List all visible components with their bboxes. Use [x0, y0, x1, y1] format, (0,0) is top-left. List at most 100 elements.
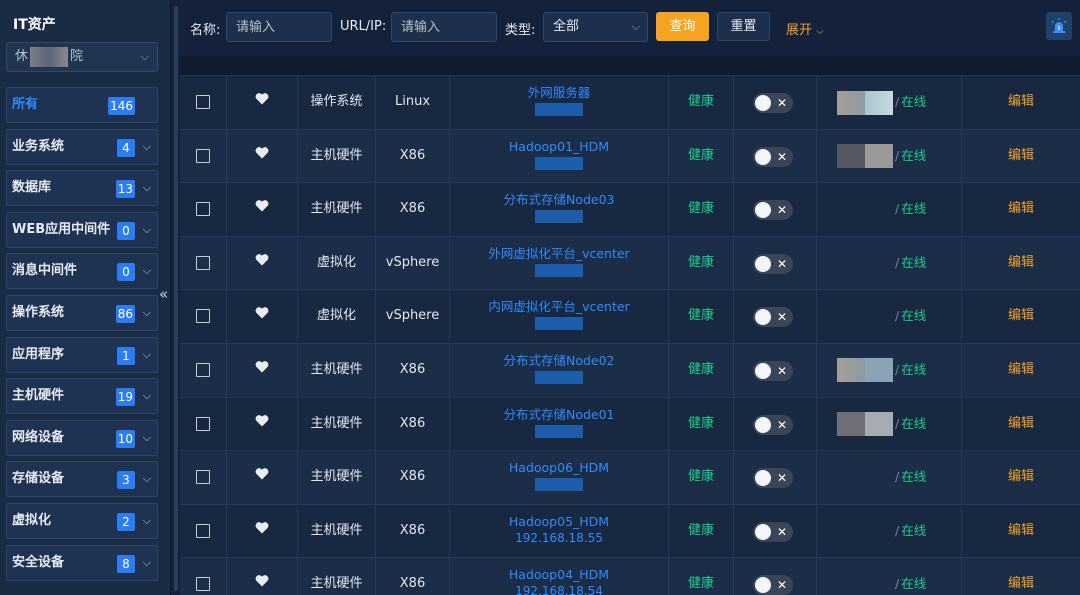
- asset-ip: 192.168.18.55: [515, 530, 603, 545]
- edit-button[interactable]: 编辑: [962, 344, 1080, 397]
- edit-button[interactable]: 编辑: [962, 505, 1080, 558]
- monitor-toggle[interactable]: ✕: [753, 253, 793, 274]
- row-checkbox[interactable]: [196, 577, 210, 592]
- edit-button[interactable]: 编辑: [962, 76, 1080, 129]
- edit-button[interactable]: 编辑: [962, 398, 1080, 451]
- reset-button[interactable]: 重置: [717, 12, 770, 41]
- sidebar-category-item[interactable]: 业务系统 4 ⌵: [6, 128, 158, 165]
- edit-button[interactable]: 编辑: [962, 130, 1080, 183]
- expand-filters-button[interactable]: 展开 ⌵: [786, 19, 824, 38]
- alarm-button[interactable]: [1046, 12, 1072, 40]
- chevron-down-icon[interactable]: ⌵: [143, 546, 151, 580]
- monitor-toggle[interactable]: ✕: [753, 146, 793, 167]
- asset-name-link[interactable]: 外网服务器: [450, 76, 668, 101]
- chevron-down-icon[interactable]: ⌵: [143, 379, 151, 413]
- chevron-down-icon[interactable]: ⌵: [143, 338, 151, 372]
- monitor-toggle[interactable]: ✕: [753, 307, 793, 328]
- heart-icon[interactable]: [255, 146, 269, 163]
- row-checkbox[interactable]: [196, 416, 210, 431]
- edit-button[interactable]: 编辑: [962, 558, 1080, 595]
- monitor-toggle[interactable]: ✕: [753, 360, 793, 381]
- monitor-toggle[interactable]: ✕: [753, 521, 793, 542]
- sidebar-category-item[interactable]: 消息中间件 0 ⌵: [6, 253, 158, 290]
- heart-icon[interactable]: [255, 521, 269, 538]
- table-row[interactable]: 主机硬件 X86 Hadoop05_HDM 192.168.18.55 健康 ✕ / 在线 编辑: [180, 504, 1080, 559]
- chevron-down-icon[interactable]: ⌵: [143, 296, 151, 330]
- edit-button[interactable]: 编辑: [962, 237, 1080, 290]
- table-row[interactable]: 主机硬件 X86 分布式存储Node03 健康 ✕ / 在线 编辑: [180, 183, 1080, 237]
- asset-name-link[interactable]: 分布式存储Node03: [450, 183, 668, 208]
- table-row[interactable]: 主机硬件 X86 Hadoop06_HDM 健康 ✕ / 在线 编辑: [180, 451, 1080, 505]
- url-ip-search-input[interactable]: [391, 12, 497, 42]
- table-row[interactable]: 主机硬件 X86 分布式存储Node02 健康 ✕ / 在线 编辑: [180, 343, 1080, 398]
- heart-icon[interactable]: [255, 253, 269, 270]
- sidebar-category-item[interactable]: 所有 146: [6, 87, 158, 123]
- sidebar-category-item[interactable]: 数据库 13 ⌵: [6, 170, 158, 207]
- sidebar-category-item[interactable]: 存储设备 3 ⌵: [6, 461, 158, 498]
- row-checkbox[interactable]: [196, 470, 210, 485]
- heart-icon[interactable]: [255, 306, 269, 323]
- heart-icon[interactable]: [255, 467, 269, 484]
- collapse-sidebar-icon[interactable]: «: [159, 285, 168, 303]
- row-checkbox[interactable]: [196, 202, 210, 217]
- row-checkbox[interactable]: [196, 309, 210, 324]
- chevron-down-icon[interactable]: ⌵: [143, 421, 151, 455]
- org-name-suffix: 院: [70, 49, 84, 64]
- chevron-down-icon[interactable]: ⌵: [143, 130, 151, 164]
- table-row[interactable]: 操作系统 Linux 外网服务器 健康 ✕ / 在线 编辑: [180, 76, 1080, 130]
- heart-icon[interactable]: [255, 414, 269, 431]
- sidebar-category-item[interactable]: WEB应用中间件 0 ⌵: [6, 211, 158, 248]
- sidebar-scrollbar[interactable]: [174, 6, 178, 591]
- table-row[interactable]: 主机硬件 X86 Hadoop04_HDM 192.168.18.54 健康 ✕ / 在线 编辑: [180, 558, 1080, 595]
- sidebar-category-item[interactable]: 虚拟化 2 ⌵: [6, 502, 158, 539]
- chevron-down-icon[interactable]: ⌵: [143, 171, 151, 205]
- heart-icon[interactable]: [255, 199, 269, 216]
- chevron-down-icon[interactable]: ⌵: [143, 504, 151, 538]
- sidebar-category-item[interactable]: 应用程序 1 ⌵: [6, 336, 158, 373]
- asset-name-link[interactable]: 分布式存储Node02: [450, 344, 668, 369]
- row-checkbox[interactable]: [196, 362, 210, 377]
- chevron-down-icon[interactable]: ⌵: [143, 213, 151, 247]
- sidebar-category-item[interactable]: 网络设备 10 ⌵: [6, 419, 158, 456]
- monitor-toggle[interactable]: ✕: [753, 200, 793, 221]
- name-search-input[interactable]: [226, 12, 332, 42]
- heart-icon[interactable]: [255, 574, 269, 591]
- sidebar-category-item[interactable]: 操作系统 86 ⌵: [6, 294, 158, 331]
- row-checkbox[interactable]: [196, 523, 210, 538]
- asset-name-link[interactable]: Hadoop06_HDM: [450, 451, 668, 476]
- asset-name-link[interactable]: 分布式存储Node01: [450, 398, 668, 423]
- table-row[interactable]: 虚拟化 vSphere 外网虚拟化平台_vcenter 健康 ✕ / 在线 编辑: [180, 236, 1080, 291]
- chevron-down-icon[interactable]: ⌵: [143, 462, 151, 496]
- asset-name-link[interactable]: Hadoop01_HDM: [450, 130, 668, 155]
- asset-name-link[interactable]: Hadoop05_HDM: [450, 505, 668, 530]
- row-checkbox[interactable]: [196, 255, 210, 270]
- row-checkbox[interactable]: [196, 95, 210, 109]
- monitor-toggle[interactable]: ✕: [753, 575, 793, 595]
- online-separator: /: [895, 522, 900, 538]
- edit-button[interactable]: 编辑: [962, 290, 1080, 343]
- health-status: 健康: [669, 129, 734, 183]
- asset-name-link[interactable]: 外网虚拟化平台_vcenter: [450, 237, 668, 262]
- health-status: 健康: [669, 558, 734, 595]
- table-row[interactable]: 主机硬件 X86 Hadoop01_HDM 健康 ✕ / 在线 编辑: [180, 129, 1080, 184]
- expand-label: 展开: [786, 23, 813, 38]
- asset-name-link[interactable]: 内网虚拟化平台_vcenter: [450, 290, 668, 315]
- edit-button[interactable]: 编辑: [962, 183, 1080, 236]
- heart-icon[interactable]: [255, 360, 269, 377]
- row-checkbox[interactable]: [196, 148, 210, 163]
- table-row[interactable]: 虚拟化 vSphere 内网虚拟化平台_vcenter 健康 ✕ / 在线 编辑: [180, 290, 1080, 344]
- monitor-toggle[interactable]: ✕: [753, 414, 793, 435]
- heart-icon[interactable]: [255, 92, 269, 109]
- monitor-toggle[interactable]: ✕: [753, 93, 793, 113]
- sidebar-category-item[interactable]: 安全设备 8 ⌵: [6, 544, 158, 581]
- edit-button[interactable]: 编辑: [962, 451, 1080, 504]
- type-select[interactable]: 全部 ⌵: [543, 12, 648, 42]
- asset-name-link[interactable]: Hadoop04_HDM: [450, 558, 668, 583]
- query-button[interactable]: 查询: [656, 12, 709, 41]
- sidebar-category-item[interactable]: 主机硬件 19 ⌵: [6, 378, 158, 415]
- organization-select[interactable]: 休 院 ⌵: [6, 42, 158, 72]
- chevron-down-icon[interactable]: ⌵: [143, 254, 151, 288]
- table-row[interactable]: 主机硬件 X86 分布式存储Node01 健康 ✕ / 在线 编辑: [180, 397, 1080, 452]
- monitor-toggle[interactable]: ✕: [753, 468, 793, 489]
- category-label: 虚拟化: [12, 512, 52, 528]
